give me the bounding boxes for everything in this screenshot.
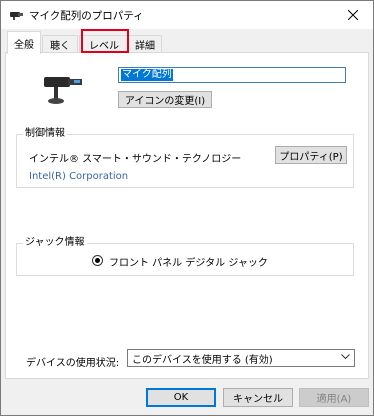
tab-listen-label: 聴く	[50, 41, 70, 52]
close-button[interactable]	[333, 1, 373, 29]
device-name-text: マイク配列	[121, 69, 173, 81]
ok-button-label: OK	[173, 392, 189, 403]
title-bar[interactable]: マイク配列のプロパティ	[1, 1, 373, 29]
window-title: マイク配列のプロパティ	[29, 10, 144, 22]
properties-window: マイク配列のプロパティ 全般 聴く レベル 詳細 マイク配列 アイコンの変更(I…	[0, 0, 374, 416]
properties-button-label: プロパティ(P)	[279, 151, 343, 163]
general-panel: マイク配列 アイコンの変更(I) 制御情報 インテル® スマート・サウンド・テク…	[5, 52, 369, 379]
apply-button[interactable]: 適用(A)	[299, 388, 369, 407]
tab-general[interactable]: 全般	[7, 31, 41, 54]
close-icon	[348, 10, 358, 20]
controller-info-label: 制御情報	[23, 128, 67, 140]
device-name-field[interactable]: マイク配列	[118, 67, 346, 83]
device-usage-select[interactable]: このデバイスを使用する (有効)	[127, 349, 355, 367]
tab-general-label: 全般	[14, 39, 34, 51]
jack-info-label: ジャック情報	[23, 237, 87, 249]
jack-info-group: ジャック情報 フロント パネル デジタル ジャック	[16, 237, 354, 276]
jack-description: フロント パネル デジタル ジャック	[109, 258, 268, 269]
ok-button[interactable]: OK	[146, 388, 216, 407]
change-icon-label: アイコンの変更(I)	[124, 96, 206, 107]
cancel-button[interactable]: キャンセル	[223, 388, 293, 407]
controller-name: インテル® スマート・サウンド・テクノロジー	[29, 154, 242, 165]
jack-radio-icon	[92, 255, 103, 266]
properties-button[interactable]: プロパティ(P)	[275, 146, 347, 164]
tab-advanced[interactable]: 詳細	[128, 35, 162, 53]
change-icon-button[interactable]: アイコンの変更(I)	[118, 91, 212, 108]
apply-button-label: 適用(A)	[316, 394, 352, 405]
controller-info-group: 制御情報 インテル® スマート・サウンド・テクノロジー プロパティ(P) Int…	[16, 128, 354, 188]
tab-listen[interactable]: 聴く	[42, 35, 78, 53]
manufacturer-link[interactable]: Intel(R) Corporation	[29, 171, 128, 182]
device-usage-value: このデバイスを使用する (有効)	[132, 354, 273, 366]
microphone-array-icon	[10, 12, 23, 20]
microphone-array-device-icon	[44, 77, 82, 104]
cancel-button-label: キャンセル	[233, 394, 283, 405]
tab-advanced-label: 詳細	[135, 41, 155, 52]
tab-highlight-box	[81, 29, 129, 53]
device-usage-label: デバイスの使用状況:	[26, 358, 120, 369]
chevron-down-icon	[341, 354, 350, 360]
